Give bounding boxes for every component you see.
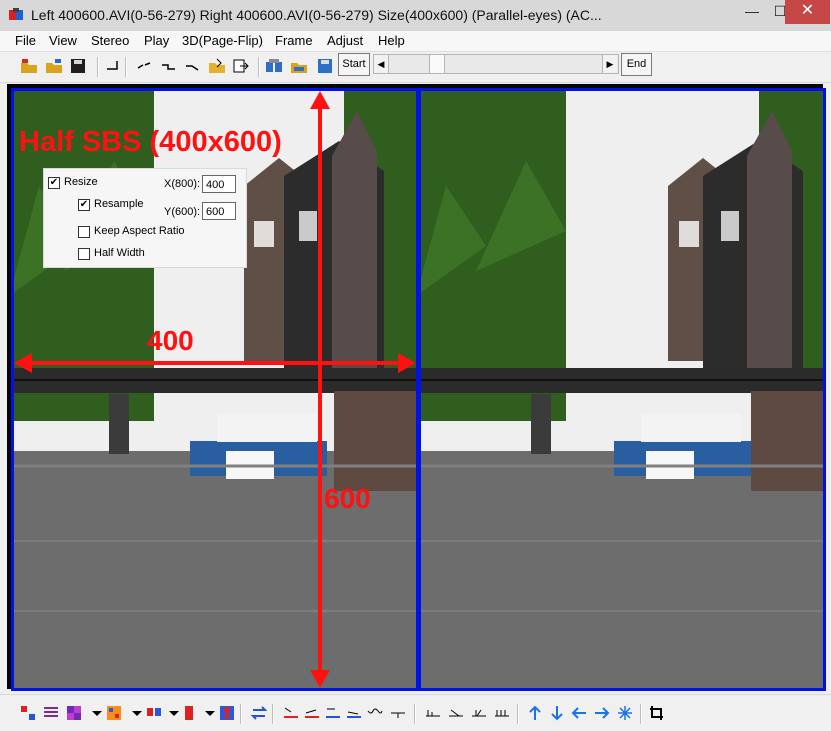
wave-right-icon[interactable] xyxy=(389,704,407,722)
scroll-left-arrow[interactable]: ◀ xyxy=(374,55,389,73)
half-width-label: Half Width xyxy=(94,247,145,259)
toolbar-separator xyxy=(240,704,242,724)
toolbar-separator xyxy=(272,704,274,724)
bottom-toolbar xyxy=(0,694,831,731)
toolbar-separator xyxy=(640,704,642,724)
align-bottom-icon[interactable] xyxy=(345,704,363,722)
close-button[interactable]: ✕ xyxy=(785,0,830,24)
frame-step-2-icon[interactable] xyxy=(447,704,465,722)
menu-stereo[interactable]: Stereo xyxy=(91,33,129,48)
keep-aspect-label: Keep Aspect Ratio xyxy=(94,225,185,237)
stereo-open-icon[interactable] xyxy=(290,57,308,75)
rotate-icon[interactable] xyxy=(184,57,202,75)
menu-adjust[interactable]: Adjust xyxy=(327,33,363,48)
half-sbs-title: Half SBS (400x600) xyxy=(19,126,282,158)
open-folder-icon[interactable] xyxy=(208,57,226,75)
width-dimension-label: 400 xyxy=(147,325,194,356)
save-icon[interactable] xyxy=(69,57,87,75)
menu-view[interactable]: View xyxy=(49,33,77,48)
dropdown-icon[interactable] xyxy=(201,704,219,722)
align-left-icon[interactable] xyxy=(282,704,300,722)
toolbar-separator xyxy=(414,704,416,724)
minimize-button[interactable]: — xyxy=(738,0,766,24)
menu-file[interactable]: File xyxy=(15,33,36,48)
snowflake-icon[interactable] xyxy=(616,704,634,722)
open-right-icon[interactable] xyxy=(45,57,63,75)
stereo-export-icon[interactable] xyxy=(316,57,334,75)
resample-checkbox[interactable]: ✔ xyxy=(78,199,90,211)
dropdown-icon[interactable] xyxy=(88,704,106,722)
scroll-right-arrow[interactable]: ▶ xyxy=(602,55,617,73)
move-up-icon[interactable] xyxy=(526,704,544,722)
side-by-side-icon[interactable] xyxy=(145,704,163,722)
resize-label: Resize xyxy=(64,176,98,188)
anaglyph-icon[interactable] xyxy=(19,704,37,722)
frame-step-4-icon[interactable] xyxy=(493,704,511,722)
export-icon[interactable] xyxy=(232,57,250,75)
end-button[interactable]: End xyxy=(621,53,652,76)
align-right-icon[interactable] xyxy=(324,704,342,722)
menu-bar: File View Stereo Play 3D(Page-Flip) Fram… xyxy=(0,31,831,52)
dropdown-icon[interactable] xyxy=(128,704,146,722)
app-icon xyxy=(9,8,23,20)
align-center-icon[interactable] xyxy=(303,704,321,722)
resize-checkbox[interactable]: ✔ xyxy=(48,177,60,189)
start-button[interactable]: Start xyxy=(338,53,370,76)
toolbar-separator xyxy=(258,57,260,77)
vertical-align-icon[interactable] xyxy=(136,57,154,75)
stereo-save-icon[interactable] xyxy=(265,57,283,75)
toolbar-separator xyxy=(125,57,127,77)
menu-play[interactable]: Play xyxy=(144,33,169,48)
crop-step-icon[interactable] xyxy=(104,57,122,75)
crop-icon[interactable] xyxy=(648,704,666,722)
x-size-label: X(800): xyxy=(164,178,201,190)
mosaic-icon[interactable] xyxy=(105,704,123,722)
title-bar: Left 400600.AVI(0-56-279) Right 400600.A… xyxy=(0,0,831,32)
height-dimension-label: 600 xyxy=(324,483,371,514)
move-right-icon[interactable] xyxy=(593,704,611,722)
resize-settings-panel: ✔ Resize ✔ Resample Keep Aspect Ratio Ha… xyxy=(43,168,247,268)
frame-scrollbar[interactable]: ◀ ▶ xyxy=(373,54,619,74)
checkerboard-icon[interactable] xyxy=(65,704,83,722)
menu-help[interactable]: Help xyxy=(378,33,405,48)
move-down-icon[interactable] xyxy=(548,704,566,722)
menu-frame[interactable]: Frame xyxy=(275,33,313,48)
horizontal-align-icon[interactable] xyxy=(160,57,178,75)
keep-aspect-checkbox[interactable] xyxy=(78,226,90,238)
window-title: Left 400600.AVI(0-56-279) Right 400600.A… xyxy=(31,7,602,23)
scroll-thumb[interactable] xyxy=(429,55,445,73)
menu-3d-page-flip[interactable]: 3D(Page-Flip) xyxy=(182,33,263,48)
open-left-icon[interactable] xyxy=(20,57,38,75)
single-image-icon[interactable] xyxy=(181,704,199,722)
move-left-icon[interactable] xyxy=(570,704,588,722)
frame-step-3-icon[interactable] xyxy=(470,704,488,722)
person-icon[interactable] xyxy=(218,704,236,722)
toolbar-separator xyxy=(517,704,519,724)
toolbar-separator xyxy=(97,57,99,77)
top-toolbar: Start ◀ ▶ End xyxy=(0,52,831,83)
y-size-label: Y(600): xyxy=(164,206,201,218)
resample-label: Resample xyxy=(94,198,144,210)
frame-step-1-icon[interactable] xyxy=(424,704,442,722)
wave-left-icon[interactable] xyxy=(366,704,384,722)
x-size-input[interactable]: 400 xyxy=(202,175,236,193)
interlace-icon[interactable] xyxy=(42,704,60,722)
y-size-input[interactable]: 600 xyxy=(202,202,236,220)
half-width-checkbox[interactable] xyxy=(78,248,90,260)
right-canal-scene xyxy=(421,91,823,688)
swap-icon[interactable] xyxy=(250,704,268,722)
right-image-pane xyxy=(418,88,826,691)
